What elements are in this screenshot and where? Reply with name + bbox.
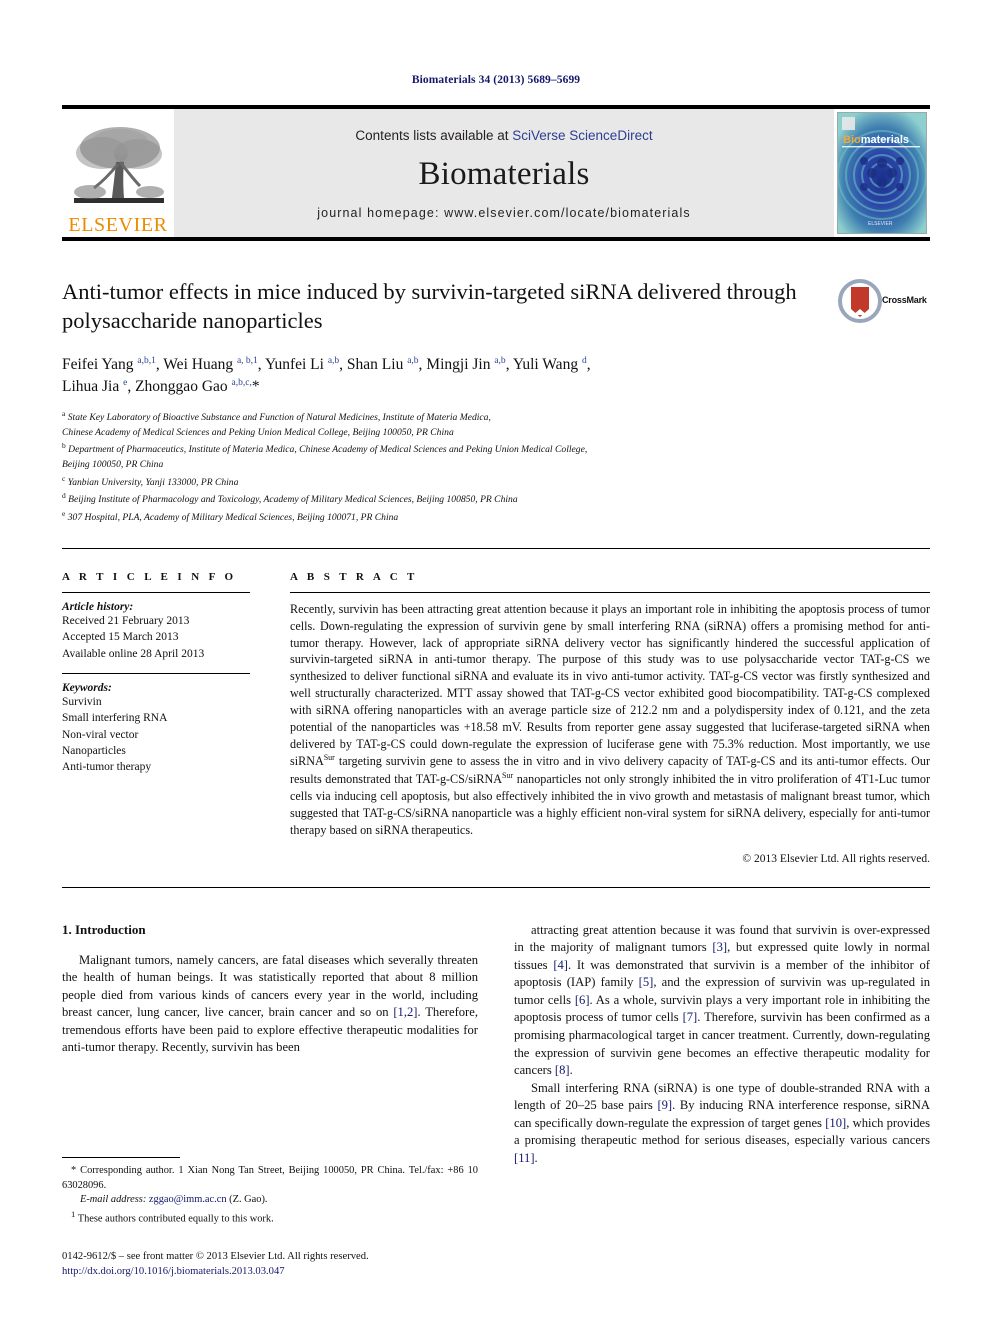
info-abstract-section: A R T I C L E I N F O Article history: R… bbox=[62, 571, 930, 865]
email-note: E-mail address: zggao@imm.ac.cn (Z. Gao)… bbox=[62, 1193, 478, 1208]
keyword-item: Survivin bbox=[62, 695, 102, 708]
banner-center: Contents lists available at SciVerse Sci… bbox=[174, 109, 834, 237]
section-divider bbox=[62, 547, 930, 549]
email-link[interactable]: zggao@imm.ac.cn bbox=[149, 1194, 227, 1205]
contents-prefix: Contents lists available at bbox=[355, 127, 513, 143]
crossmark-label: CrossMark bbox=[882, 295, 927, 305]
svg-text:ELSEVIER: ELSEVIER bbox=[868, 221, 893, 227]
article-info-heading: A R T I C L E I N F O bbox=[62, 570, 237, 583]
abstract-text: Recently, survivin has been attracting g… bbox=[290, 601, 930, 837]
affiliation-item: Beijing 100050, PR China bbox=[62, 459, 164, 471]
running-head: Biomaterials 34 (2013) 5689–5699 bbox=[411, 74, 581, 86]
history-item: Received 21 February 2013 bbox=[62, 614, 190, 627]
imprint-block: 0142-9612/$ – see front matter © 2013 El… bbox=[62, 1249, 562, 1279]
affiliation-list: a State Key Laboratory of Bioactive Subs… bbox=[62, 408, 930, 526]
journal-cover-thumbnail: Biomaterials ELSEVIER bbox=[834, 109, 930, 237]
equal-contribution-note: 1 These authors contributed equally to t… bbox=[71, 1208, 274, 1225]
page-title: Anti-tumor effects in mice induced by su… bbox=[62, 279, 797, 334]
keyword-item: Anti-tumor therapy bbox=[62, 761, 152, 774]
article-history-label: Article history: bbox=[62, 600, 134, 613]
introduction-heading: 1. Introduction bbox=[62, 921, 146, 937]
author-list: Feifei Yang a,b,1, Wei Huang a, b,1, Yun… bbox=[62, 354, 862, 399]
svg-text:Biomaterials: Biomaterials bbox=[843, 134, 909, 146]
paper-page: Biomaterials 34 (2013) 5689–5699 ELSEVIE… bbox=[0, 0, 992, 1323]
paragraph: Small interfering RNA (siRNA) is one typ… bbox=[514, 1080, 931, 1165]
history-item: Accepted 15 March 2013 bbox=[62, 631, 179, 644]
elsevier-wordmark: ELSEVIER bbox=[68, 214, 168, 236]
affiliation-item: a State Key Laboratory of Bioactive Subs… bbox=[62, 408, 491, 424]
body-divider bbox=[62, 886, 930, 888]
email-suffix: (Z. Gao). bbox=[229, 1194, 268, 1206]
journal-banner: ELSEVIER Contents lists available at Sci… bbox=[62, 105, 930, 241]
author-line-2: Lihua Jia e, Zhonggao Gao a,b,c,* bbox=[62, 378, 260, 396]
article-info-rule bbox=[62, 591, 250, 593]
affiliation-item: e 307 Hospital, PLA, Academy of Military… bbox=[62, 509, 399, 524]
keyword-item: Nanoparticles bbox=[62, 744, 126, 757]
copyright-line: © 2013 Elsevier Ltd. All rights reserved… bbox=[742, 852, 930, 865]
paragraph: attracting great attention because it wa… bbox=[514, 922, 931, 1078]
contents-available-line: Contents lists available at SciVerse Sci… bbox=[355, 128, 652, 143]
footnote-rule bbox=[62, 1157, 180, 1159]
abstract-heading: A B S T R A C T bbox=[290, 570, 418, 583]
cover-artwork-icon: Biomaterials ELSEVIER bbox=[837, 112, 927, 234]
keywords-list: Survivin Small interfering RNA Non-viral… bbox=[62, 694, 250, 776]
affiliation-item: d Beijing Institute of Pharmacology and … bbox=[62, 491, 518, 506]
body-column-right: attracting great attention because it wa… bbox=[514, 922, 930, 1168]
issn-line: 0142-9612/$ – see front matter © 2013 El… bbox=[62, 1250, 369, 1262]
journal-title: Biomaterials bbox=[418, 155, 590, 192]
author-line-1: Feifei Yang a,b,1, Wei Huang a, b,1, Yun… bbox=[62, 355, 591, 373]
journal-homepage-link[interactable]: journal homepage: www.elsevier.com/locat… bbox=[317, 206, 690, 220]
crossmark-icon bbox=[838, 279, 882, 323]
footnote-block: * Corresponding author. 1 Xian Nong Tan … bbox=[62, 1157, 478, 1227]
affiliation-item: c Yanbian University, Yanji 133000, PR C… bbox=[62, 473, 239, 488]
paragraph: Malignant tumors, namely cancers, are fa… bbox=[62, 952, 478, 1055]
email-label: E-mail address: bbox=[80, 1194, 147, 1206]
keyword-item: Small interfering RNA bbox=[62, 712, 168, 725]
abstract-column: A B S T R A C T Recently, survivin has b… bbox=[290, 571, 930, 865]
keyword-item: Non-viral vector bbox=[62, 728, 139, 741]
body-column-left: 1. Introduction Malignant tumors, namely… bbox=[62, 922, 478, 1168]
article-history-list: Received 21 February 2013 Accepted 15 Ma… bbox=[62, 613, 250, 662]
affiliation-item: b Department of Pharmaceutics, Institute… bbox=[62, 441, 588, 456]
body-columns: 1. Introduction Malignant tumors, namely… bbox=[62, 922, 930, 1168]
corresponding-author-note: * Corresponding author. 1 Xian Nong Tan … bbox=[62, 1165, 478, 1191]
article-info-column: A R T I C L E I N F O Article history: R… bbox=[62, 571, 290, 865]
elsevier-tree-icon bbox=[68, 122, 168, 214]
elsevier-logo: ELSEVIER bbox=[62, 109, 174, 237]
doi-link[interactable]: http://dx.doi.org/10.1016/j.biomaterials… bbox=[62, 1264, 562, 1279]
abstract-rule bbox=[290, 591, 930, 593]
keywords-label: Keywords: bbox=[62, 681, 112, 694]
crossmark-badge[interactable]: CrossMark bbox=[838, 279, 930, 325]
history-item: Available online 28 April 2013 bbox=[62, 647, 205, 660]
title-block: Anti-tumor effects in mice induced by su… bbox=[62, 277, 930, 337]
sciencedirect-link[interactable]: SciVerse ScienceDirect bbox=[512, 128, 652, 143]
keywords-rule bbox=[62, 672, 250, 674]
affiliation-item: Chinese Academy of Medical Sciences and … bbox=[62, 426, 454, 438]
